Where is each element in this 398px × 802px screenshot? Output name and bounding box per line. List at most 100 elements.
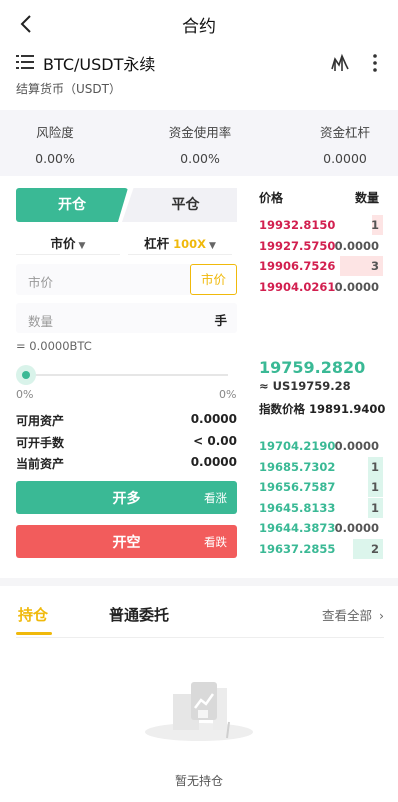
stat-label: 资金使用率	[168, 125, 232, 140]
price-placeholder: 市价	[28, 275, 54, 290]
current-label: 当前资产	[16, 457, 65, 471]
amount-slider-handle[interactable]	[16, 365, 36, 385]
risk-stats: 风险度 0.00% 资金使用率 0.00% 资金杠杆 0.0000	[0, 110, 398, 176]
open-long-button[interactable]: 开多 看涨	[16, 481, 237, 514]
bid-qty: 1	[370, 459, 379, 474]
bid-qty: 2	[370, 541, 379, 556]
active-tab-indicator	[16, 632, 52, 635]
caret-down-icon: ▼	[208, 241, 216, 251]
caret-down-icon: ▼	[78, 241, 86, 251]
ask-row[interactable]: 19927.5750 0.0000	[257, 236, 383, 256]
bid-qty: 0.0000	[334, 439, 379, 453]
index-label: 指数价格	[259, 402, 305, 416]
bid-price: 19645.8133	[259, 500, 336, 515]
bid-qty: 1	[370, 480, 379, 494]
orderbook-header: 价格 数量	[259, 189, 379, 206]
tab-positions[interactable]: 持仓	[18, 604, 48, 625]
kline-chart-icon[interactable]	[330, 53, 350, 73]
bid-price: 19656.7587	[259, 480, 336, 494]
orderbook-qty-header: 数量	[354, 191, 379, 205]
chevron-right-icon: ›	[379, 608, 384, 623]
open-short-button[interactable]: 开空 看跌	[16, 525, 237, 558]
quantity-input[interactable]: 数量 手	[16, 303, 237, 333]
available-label: 可用资产	[16, 414, 65, 428]
ask-row[interactable]: 19932.8150 1	[257, 215, 383, 235]
view-all-label: 查看全部	[322, 608, 373, 623]
openable-lots-row: 可开手数 < 0.00	[16, 434, 237, 451]
slider-max-label: 0%	[219, 388, 237, 401]
ask-price: 19906.7526	[259, 259, 336, 273]
ask-qty: 3	[370, 259, 379, 273]
leverage-select[interactable]: 杠杆 100X ▼	[128, 233, 232, 255]
slider-min-label: 0%	[16, 388, 34, 401]
positions-tabs: 持仓 普通委托 查看全部 ›	[16, 598, 384, 638]
bid-row[interactable]: 19704.2190 0.0000	[257, 436, 383, 456]
last-price: 19759.2820	[259, 358, 366, 377]
order-type-label: 市价	[50, 236, 76, 251]
pair-name[interactable]: BTC/USDT永续	[43, 51, 155, 75]
tab-normal-orders[interactable]: 普通委托	[109, 604, 169, 625]
stat-value: 0.00%	[180, 151, 220, 166]
ask-row[interactable]: 19904.0261 0.0000	[257, 277, 383, 297]
tab-open-position[interactable]: 开仓	[16, 188, 128, 222]
quantity-placeholder: 数量	[28, 314, 54, 329]
price-input[interactable]: 市价 市价	[16, 264, 237, 295]
openable-value: < 0.00	[193, 434, 237, 448]
empty-box-icon	[145, 682, 253, 741]
tab-close-position[interactable]: 平仓	[122, 188, 237, 222]
current-assets-row: 当前资产 0.0000	[16, 455, 237, 472]
index-value: 19891.9400	[309, 402, 386, 416]
settle-currency: 结算货币（USDT）	[16, 82, 121, 96]
leverage-label: 杠杆	[144, 236, 170, 251]
stat-value: 0.0000	[323, 151, 367, 166]
order-type-select[interactable]: 市价 ▼	[16, 233, 120, 255]
index-price: 指数价格 19891.9400	[259, 401, 385, 417]
bid-row[interactable]: 19656.7587 1	[257, 477, 383, 497]
market-price-button[interactable]: 市价	[190, 264, 237, 295]
ask-qty: 0.0000	[334, 279, 379, 294]
list-menu-icon[interactable]	[16, 54, 34, 70]
stat-label: 风险度	[36, 125, 74, 140]
open-close-tabs: 平仓 开仓	[16, 188, 237, 222]
current-value: 0.0000	[190, 455, 237, 469]
openable-label: 可开手数	[16, 436, 65, 450]
btc-equivalent: = 0.0000BTC	[16, 339, 92, 353]
bid-row[interactable]: 19644.3873 0.0000	[257, 518, 383, 538]
pair-row: BTC/USDT永续	[16, 50, 382, 76]
orderbook-price-header: 价格	[259, 191, 284, 205]
ask-qty: 0.0000	[334, 238, 379, 253]
bid-qty: 1	[370, 500, 379, 515]
quantity-unit: 手	[214, 313, 227, 328]
bid-price: 19637.2855	[259, 541, 336, 556]
more-vertical-icon[interactable]	[368, 52, 382, 74]
ask-price: 19932.8150	[259, 218, 336, 232]
ask-price: 19904.0261	[259, 279, 336, 294]
ask-qty: 1	[370, 218, 379, 232]
header: 合约	[0, 0, 398, 48]
bid-price: 19644.3873	[259, 521, 336, 535]
ask-row[interactable]: 19906.7526 3	[257, 256, 383, 276]
section-divider	[0, 578, 398, 586]
bid-row[interactable]: 19645.8133 1	[257, 497, 383, 518]
stat-leverage: 资金杠杆 0.0000	[280, 122, 398, 166]
ask-price: 19927.5750	[259, 238, 336, 253]
empty-positions-text: 暂无持仓	[174, 774, 223, 788]
usd-price: ≈ US19759.28	[259, 379, 351, 393]
view-all-link[interactable]: 查看全部 ›	[322, 605, 384, 624]
bid-price: 19704.2190	[259, 439, 336, 453]
available-assets-row: 可用资产 0.0000	[16, 412, 237, 429]
open-long-sub: 看涨	[204, 491, 227, 505]
page-title: 合约	[182, 17, 216, 37]
bid-row[interactable]: 19637.2855 2	[257, 538, 383, 559]
leverage-value: 100X	[173, 237, 206, 251]
stat-risk: 风险度 0.00%	[0, 122, 120, 166]
open-short-sub: 看跌	[204, 535, 227, 549]
stat-label: 资金杠杆	[319, 125, 370, 140]
stat-fund-usage: 资金使用率 0.00%	[135, 122, 265, 166]
available-value: 0.0000	[190, 412, 237, 426]
bid-row[interactable]: 19685.7302 1	[257, 456, 383, 477]
amount-slider-track[interactable]	[26, 374, 228, 376]
bid-price: 19685.7302	[259, 459, 336, 474]
stat-value: 0.00%	[35, 151, 75, 166]
bid-qty: 0.0000	[334, 521, 379, 535]
